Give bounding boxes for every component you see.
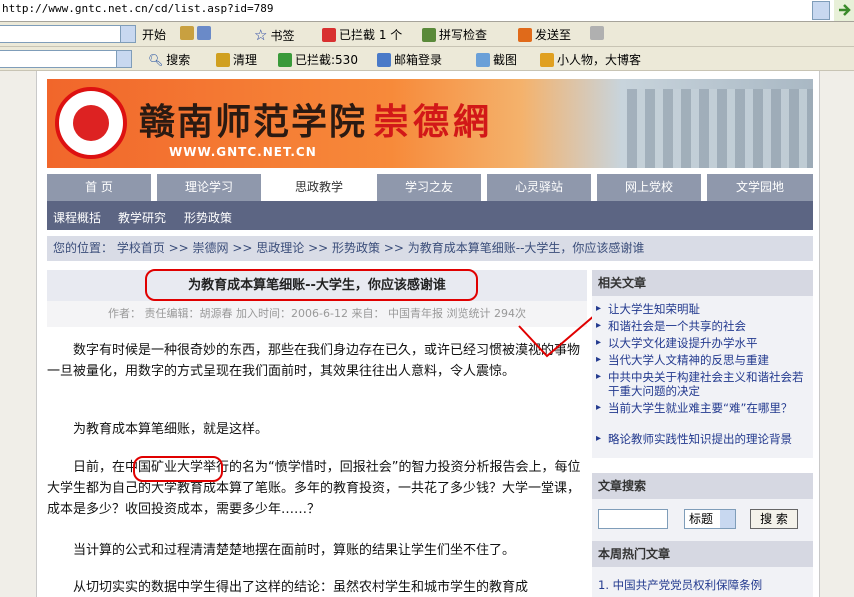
person-icon (540, 52, 554, 67)
nav-party-school[interactable]: 网上党校 (597, 174, 701, 201)
search-field-value: 标题 (689, 512, 714, 526)
mail-login-label: 邮箱登录 (394, 53, 443, 67)
sub-nav: 课程概括 教学研究 形势政策 (47, 201, 813, 230)
blocked-count-label: 已拦截:530 (295, 53, 358, 67)
address-text[interactable]: http://www.gntc.net.cn/cd/list.asp?id=78… (2, 2, 274, 15)
nav-literature[interactable]: 文学园地 (707, 174, 813, 201)
check-shield-icon (278, 52, 292, 67)
block-icon (322, 27, 336, 42)
broom-icon (216, 52, 230, 67)
camera-icon (476, 52, 490, 67)
related-item[interactable]: 略论教师实践性知识提出的理论背景 (596, 432, 808, 446)
related-item[interactable]: 当前大学生就业难主要“难”在哪里？ (596, 401, 808, 415)
related-list: 让大学生知荣明耻 和谐社会是一个共享的社会 以大学文化建设提升办学水平 当代大学… (592, 296, 813, 458)
start-label: 开始 (142, 28, 167, 42)
bookmarks-button[interactable]: ☆ 书签 (254, 26, 294, 44)
related-item[interactable]: 当代大学人文精神的反思与重建 (596, 353, 808, 367)
article-search-button[interactable]: 搜 索 (750, 509, 798, 529)
clean-label: 清理 (233, 53, 258, 67)
mail-login-button[interactable]: 邮箱登录 (377, 51, 442, 68)
article-meta: 作者： 责任编辑：胡源春 加入时间：2006-6-12 来自： 中国青年报 浏览… (47, 301, 587, 327)
article-paragraph: 为教育成本算笔细账，就是这样。 (73, 422, 269, 437)
search-field-select[interactable]: 标题 (684, 509, 736, 529)
hot-item[interactable]: 1. 中国共产党党员权利保障条例 (598, 577, 762, 593)
related-title: 相关文章 (592, 270, 813, 296)
clean-button[interactable]: 清理 (216, 51, 257, 68)
breadcrumb-text[interactable]: 您的位置： 学校首页 >> 崇德网 >> 思政理论 >> 形势政策 >> 为教育… (53, 241, 644, 255)
campus-photo (627, 89, 813, 168)
subnav-course[interactable]: 课程概括 (53, 209, 101, 226)
school-logo (55, 87, 127, 159)
related-item[interactable]: 和谐社会是一个共享的社会 (596, 319, 808, 333)
page-container: 赣南师范学院 崇德網 WWW.GNTC.NET.CN 首 页 理论学习 思政教学… (36, 71, 820, 597)
tools-icon (197, 26, 211, 40)
address-bar[interactable]: http://www.gntc.net.cn/cd/list.asp?id=78… (0, 0, 854, 22)
toolbar-search-select[interactable] (0, 25, 136, 43)
search-icon: 🔍︎ (148, 52, 164, 67)
nav-mind-station[interactable]: 心灵驿站 (487, 174, 591, 201)
blocked-count-button[interactable]: 已拦截:530 (278, 51, 358, 68)
subnav-policy[interactable]: 形势政策 (184, 209, 232, 226)
screenshot-label: 截图 (493, 53, 518, 67)
toolbar2-select[interactable] (0, 50, 132, 68)
blocked-label: 已拦截 1 个 (339, 28, 403, 42)
banner-url: WWW.GNTC.NET.CN (169, 145, 317, 159)
nav-study-friends[interactable]: 学习之友 (377, 174, 481, 201)
banner-title: 赣南师范学院 (139, 101, 368, 143)
search-box: 标题 搜 索 (592, 499, 813, 541)
toolbar-secondary: 🔍︎ 搜索 清理 已拦截:530 邮箱登录 截图 小人物，大博客 (0, 47, 854, 71)
pen-icon (590, 26, 604, 40)
blog-label: 小人物，大博客 (557, 53, 642, 67)
spellcheck-label: 拼写检查 (439, 28, 488, 42)
main-nav: 首 页 理论学习 思政教学 学习之友 心灵驿站 网上党校 文学园地 (47, 174, 813, 201)
start-button[interactable]: 开始 (142, 26, 166, 43)
go-button[interactable] (834, 0, 854, 21)
university-annotation-circle (133, 456, 223, 482)
site-banner: 赣南师范学院 崇德網 WWW.GNTC.NET.CN (47, 79, 813, 168)
nav-home[interactable]: 首 页 (47, 174, 151, 201)
blog-button[interactable]: 小人物，大博客 (540, 51, 641, 68)
toolbar-primary: 开始 ☆ 书签 已拦截 1 个 拼写检查 发送至 (0, 22, 854, 47)
subnav-research[interactable]: 教学研究 (118, 209, 166, 226)
pen-button[interactable] (590, 26, 604, 40)
popup-blocked-button[interactable]: 已拦截 1 个 (322, 26, 402, 43)
hot-title: 本周热门文章 (592, 541, 813, 567)
related-item[interactable]: 以大学文化建设提升办学水平 (596, 336, 808, 350)
article-paragraph: 当计算的公式和过程清清楚楚地摆在面前时，算账的结果让学生们坐不住了。 (73, 543, 516, 558)
article-paragraph: 日前，在中国矿业大学举行的名为“愤学惜时，回报社会”的智力投资分析报告会上，每位… (47, 460, 581, 517)
spellcheck-button[interactable]: 拼写检查 (422, 26, 487, 43)
banner-subtitle: 崇德網 (373, 101, 494, 143)
screenshot-button[interactable]: 截图 (476, 51, 517, 68)
search-label: 搜索 (166, 53, 191, 67)
article-paragraph: 数字有时候是一种很奇妙的东西，那些在我们身边存在已久，或许已经习惯被漠视的事物一… (47, 343, 581, 379)
breadcrumb: 您的位置： 学校首页 >> 崇德网 >> 思政理论 >> 形势政策 >> 为教育… (47, 236, 813, 261)
related-item[interactable]: 中共中央关于构建社会主义和谐社会若干重大问题的决定 (596, 370, 808, 398)
send-to-label: 发送至 (535, 28, 572, 42)
bookmarks-label: 书签 (270, 28, 295, 43)
toolbar-icon-buttons[interactable] (180, 26, 211, 40)
search-title: 文章搜索 (592, 473, 813, 499)
related-item[interactable]: 让大学生知荣明耻 (596, 302, 808, 316)
nav-theory[interactable]: 理论学习 (157, 174, 261, 201)
spellcheck-icon (422, 27, 436, 42)
star-icon: ☆ (254, 26, 268, 44)
search-button[interactable]: 🔍︎ 搜索 (148, 51, 190, 68)
article-search-input[interactable] (598, 509, 668, 529)
article-paragraph: 从切切实实的数据中学生得出了这样的结论：虽然农村学生和城市学生的教育成 (73, 580, 529, 595)
hot-list: 1. 中国共产党党员权利保障条例 (592, 567, 813, 597)
nav-teaching[interactable]: 思政教学 (267, 174, 371, 201)
send-icon (518, 27, 532, 42)
title-annotation-circle (145, 269, 478, 301)
address-dropdown-button[interactable] (812, 1, 830, 20)
mail-icon (377, 52, 391, 67)
send-to-button[interactable]: 发送至 (518, 26, 571, 43)
folder-icon (180, 26, 194, 40)
